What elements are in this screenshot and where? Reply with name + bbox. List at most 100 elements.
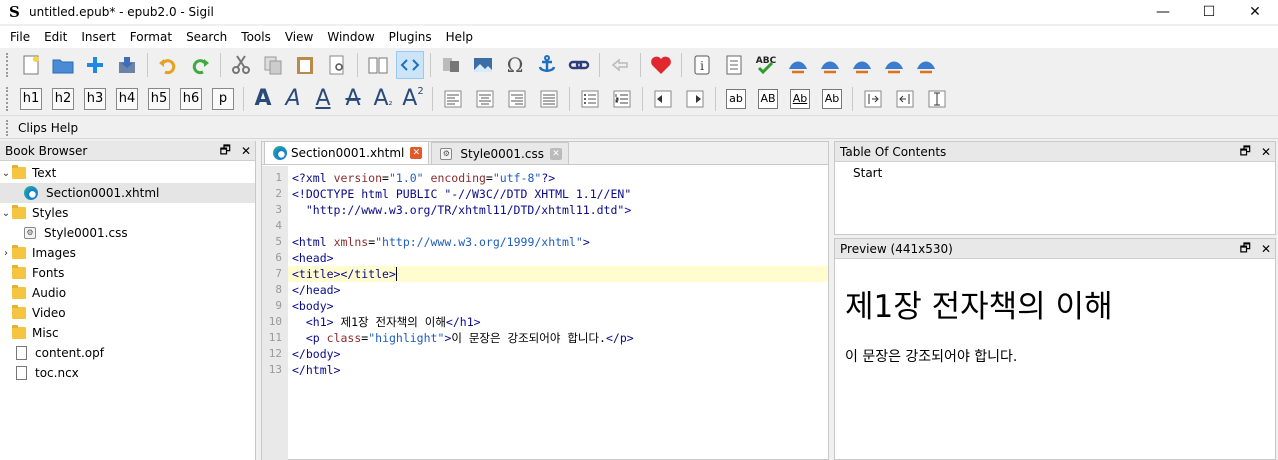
undo-button[interactable] [154, 51, 182, 79]
print-preview-icon[interactable] [323, 51, 351, 79]
heading-2-button[interactable]: h2 [52, 87, 74, 110]
code-line-4[interactable] [288, 218, 828, 234]
book-view-button[interactable] [364, 51, 392, 79]
close-tab-icon[interactable]: ✕ [410, 147, 423, 159]
split-icon[interactable] [437, 51, 465, 79]
underline-button[interactable]: A [309, 86, 337, 111]
code-line-2[interactable]: <!DOCTYPE html PUBLIC "-//W3C//DTD XHTML… [288, 186, 828, 202]
tree-folder-text[interactable]: ⌄ Text [0, 163, 255, 183]
subscript-button[interactable]: A₂ [369, 86, 397, 111]
outdent-icon[interactable] [649, 85, 677, 113]
image-icon[interactable] [469, 51, 497, 79]
menu-format[interactable]: Format [123, 27, 179, 47]
lowercase-button[interactable]: ab [726, 88, 746, 109]
heading-4-button[interactable]: h4 [116, 87, 138, 110]
code-line-7-current[interactable]: <title></title>​ [288, 266, 828, 282]
plugin-run-icon[interactable] [784, 51, 812, 79]
float-icon[interactable]: 🗗 [1240, 142, 1251, 163]
close-icon[interactable]: ✕ [1261, 242, 1271, 256]
tree-folder-styles[interactable]: ⌄ Styles [0, 203, 255, 223]
chevron-down-icon[interactable]: ⌄ [0, 208, 12, 219]
float-icon[interactable]: 🗗 [1240, 239, 1251, 260]
heading-3-button[interactable]: h3 [84, 87, 106, 110]
maximize-button[interactable]: ☐ [1186, 0, 1232, 24]
code-line-1[interactable]: <?xml version="1.0" encoding="utf-8"?> [288, 170, 828, 186]
code-area[interactable]: 1 2 3 4 5 6 7 8 9 10 11 12 13 <?xml vers… [262, 166, 828, 460]
tree-folder-fonts[interactable]: Fonts [0, 263, 255, 283]
italic-button[interactable]: A [279, 86, 307, 111]
menu-view[interactable]: View [278, 27, 320, 47]
heading-5-button[interactable]: h5 [148, 87, 170, 110]
strikethrough-button[interactable]: A [339, 86, 367, 111]
paste-icon[interactable] [291, 51, 319, 79]
special-char-icon[interactable]: Ω [501, 51, 529, 79]
code-line-11[interactable]: <p class="highlight">이 문장은 강조되어야 합니다.</p… [288, 330, 828, 346]
menu-tools[interactable]: Tools [234, 27, 278, 47]
code-line-6[interactable]: <head> [288, 250, 828, 266]
toolbar-grip[interactable] [6, 86, 10, 111]
bold-button[interactable]: A [249, 86, 277, 111]
anchor-icon[interactable] [533, 51, 561, 79]
heading-1-button[interactable]: h1 [20, 87, 42, 110]
titlecase-button[interactable]: Ab [790, 88, 810, 109]
open-folder-button[interactable] [49, 51, 77, 79]
remove-id-icon[interactable] [891, 85, 919, 113]
code-view-button[interactable] [396, 51, 424, 79]
code-line-5[interactable]: <html xmlns="http://www.w3.org/1999/xhtm… [288, 234, 828, 250]
align-right-icon[interactable] [503, 85, 531, 113]
justify-icon[interactable] [535, 85, 563, 113]
bullet-list-icon[interactable] [576, 85, 604, 113]
menu-search[interactable]: Search [179, 27, 234, 47]
menu-window[interactable]: Window [320, 27, 381, 47]
menu-edit[interactable]: Edit [37, 27, 74, 47]
tree-file-content-opf[interactable]: content.opf [0, 343, 255, 363]
menu-file[interactable]: File [3, 27, 37, 47]
spellcheck-icon[interactable]: ABC [752, 51, 780, 79]
metadata-icon[interactable]: i [688, 51, 716, 79]
tree-folder-images[interactable]: › Images [0, 243, 255, 263]
toolbar-grip[interactable] [6, 53, 10, 77]
tree-file-style0001[interactable]: ⚙ Style0001.css [0, 223, 255, 243]
tree-file-toc-ncx[interactable]: toc.ncx [0, 363, 255, 383]
heart-icon[interactable] [647, 51, 675, 79]
redo-button[interactable] [186, 51, 214, 79]
capitalize-button[interactable]: Ab [822, 88, 842, 109]
tab-style0001[interactable]: ⚙ Style0001.css ✕ [431, 142, 569, 164]
align-center-icon[interactable] [471, 85, 499, 113]
code-line-10[interactable]: <h1> 제1장 전자책의 이해</h1> [288, 314, 828, 330]
code-line-8[interactable]: </head> [288, 282, 828, 298]
add-file-button[interactable] [81, 51, 109, 79]
float-icon[interactable]: 🗗 [220, 141, 231, 162]
chevron-down-icon[interactable]: ⌄ [0, 168, 12, 179]
tree-folder-video[interactable]: Video [0, 303, 255, 323]
link-icon[interactable] [565, 51, 593, 79]
tree-folder-audio[interactable]: Audio [0, 283, 255, 303]
insert-id-icon[interactable] [859, 85, 887, 113]
tab-section0001[interactable]: Section0001.xhtml ✕ [264, 141, 430, 164]
toc-edit-icon[interactable] [720, 51, 748, 79]
copy-icon[interactable] [259, 51, 287, 79]
close-icon[interactable]: ✕ [241, 144, 251, 158]
menu-insert[interactable]: Insert [74, 27, 122, 47]
code-line-3[interactable]: "http://www.w3.org/TR/xhtml11/DTD/xhtml1… [288, 202, 828, 218]
new-file-button[interactable] [17, 51, 45, 79]
plugin-run-icon[interactable] [848, 51, 876, 79]
menu-help[interactable]: Help [439, 27, 480, 47]
code-line-12[interactable]: </body> [288, 346, 828, 362]
plugin-run-icon[interactable] [880, 51, 908, 79]
superscript-button[interactable]: A2 [399, 86, 427, 111]
cut-icon[interactable] [227, 51, 255, 79]
close-button[interactable]: ✕ [1232, 0, 1278, 24]
tree-folder-misc[interactable]: Misc [0, 323, 255, 343]
uppercase-button[interactable]: AB [758, 88, 778, 109]
plugin-run-icon[interactable] [912, 51, 940, 79]
toolbar-grip[interactable] [6, 119, 10, 136]
paragraph-button[interactable]: p [212, 87, 234, 110]
minimize-button[interactable]: — [1140, 0, 1186, 24]
chevron-right-icon[interactable]: › [0, 248, 12, 259]
toc-item-start[interactable]: Start [835, 162, 1275, 180]
plugin-run-icon[interactable] [816, 51, 844, 79]
save-button[interactable] [113, 51, 141, 79]
indent-icon[interactable] [681, 85, 709, 113]
align-left-icon[interactable] [439, 85, 467, 113]
